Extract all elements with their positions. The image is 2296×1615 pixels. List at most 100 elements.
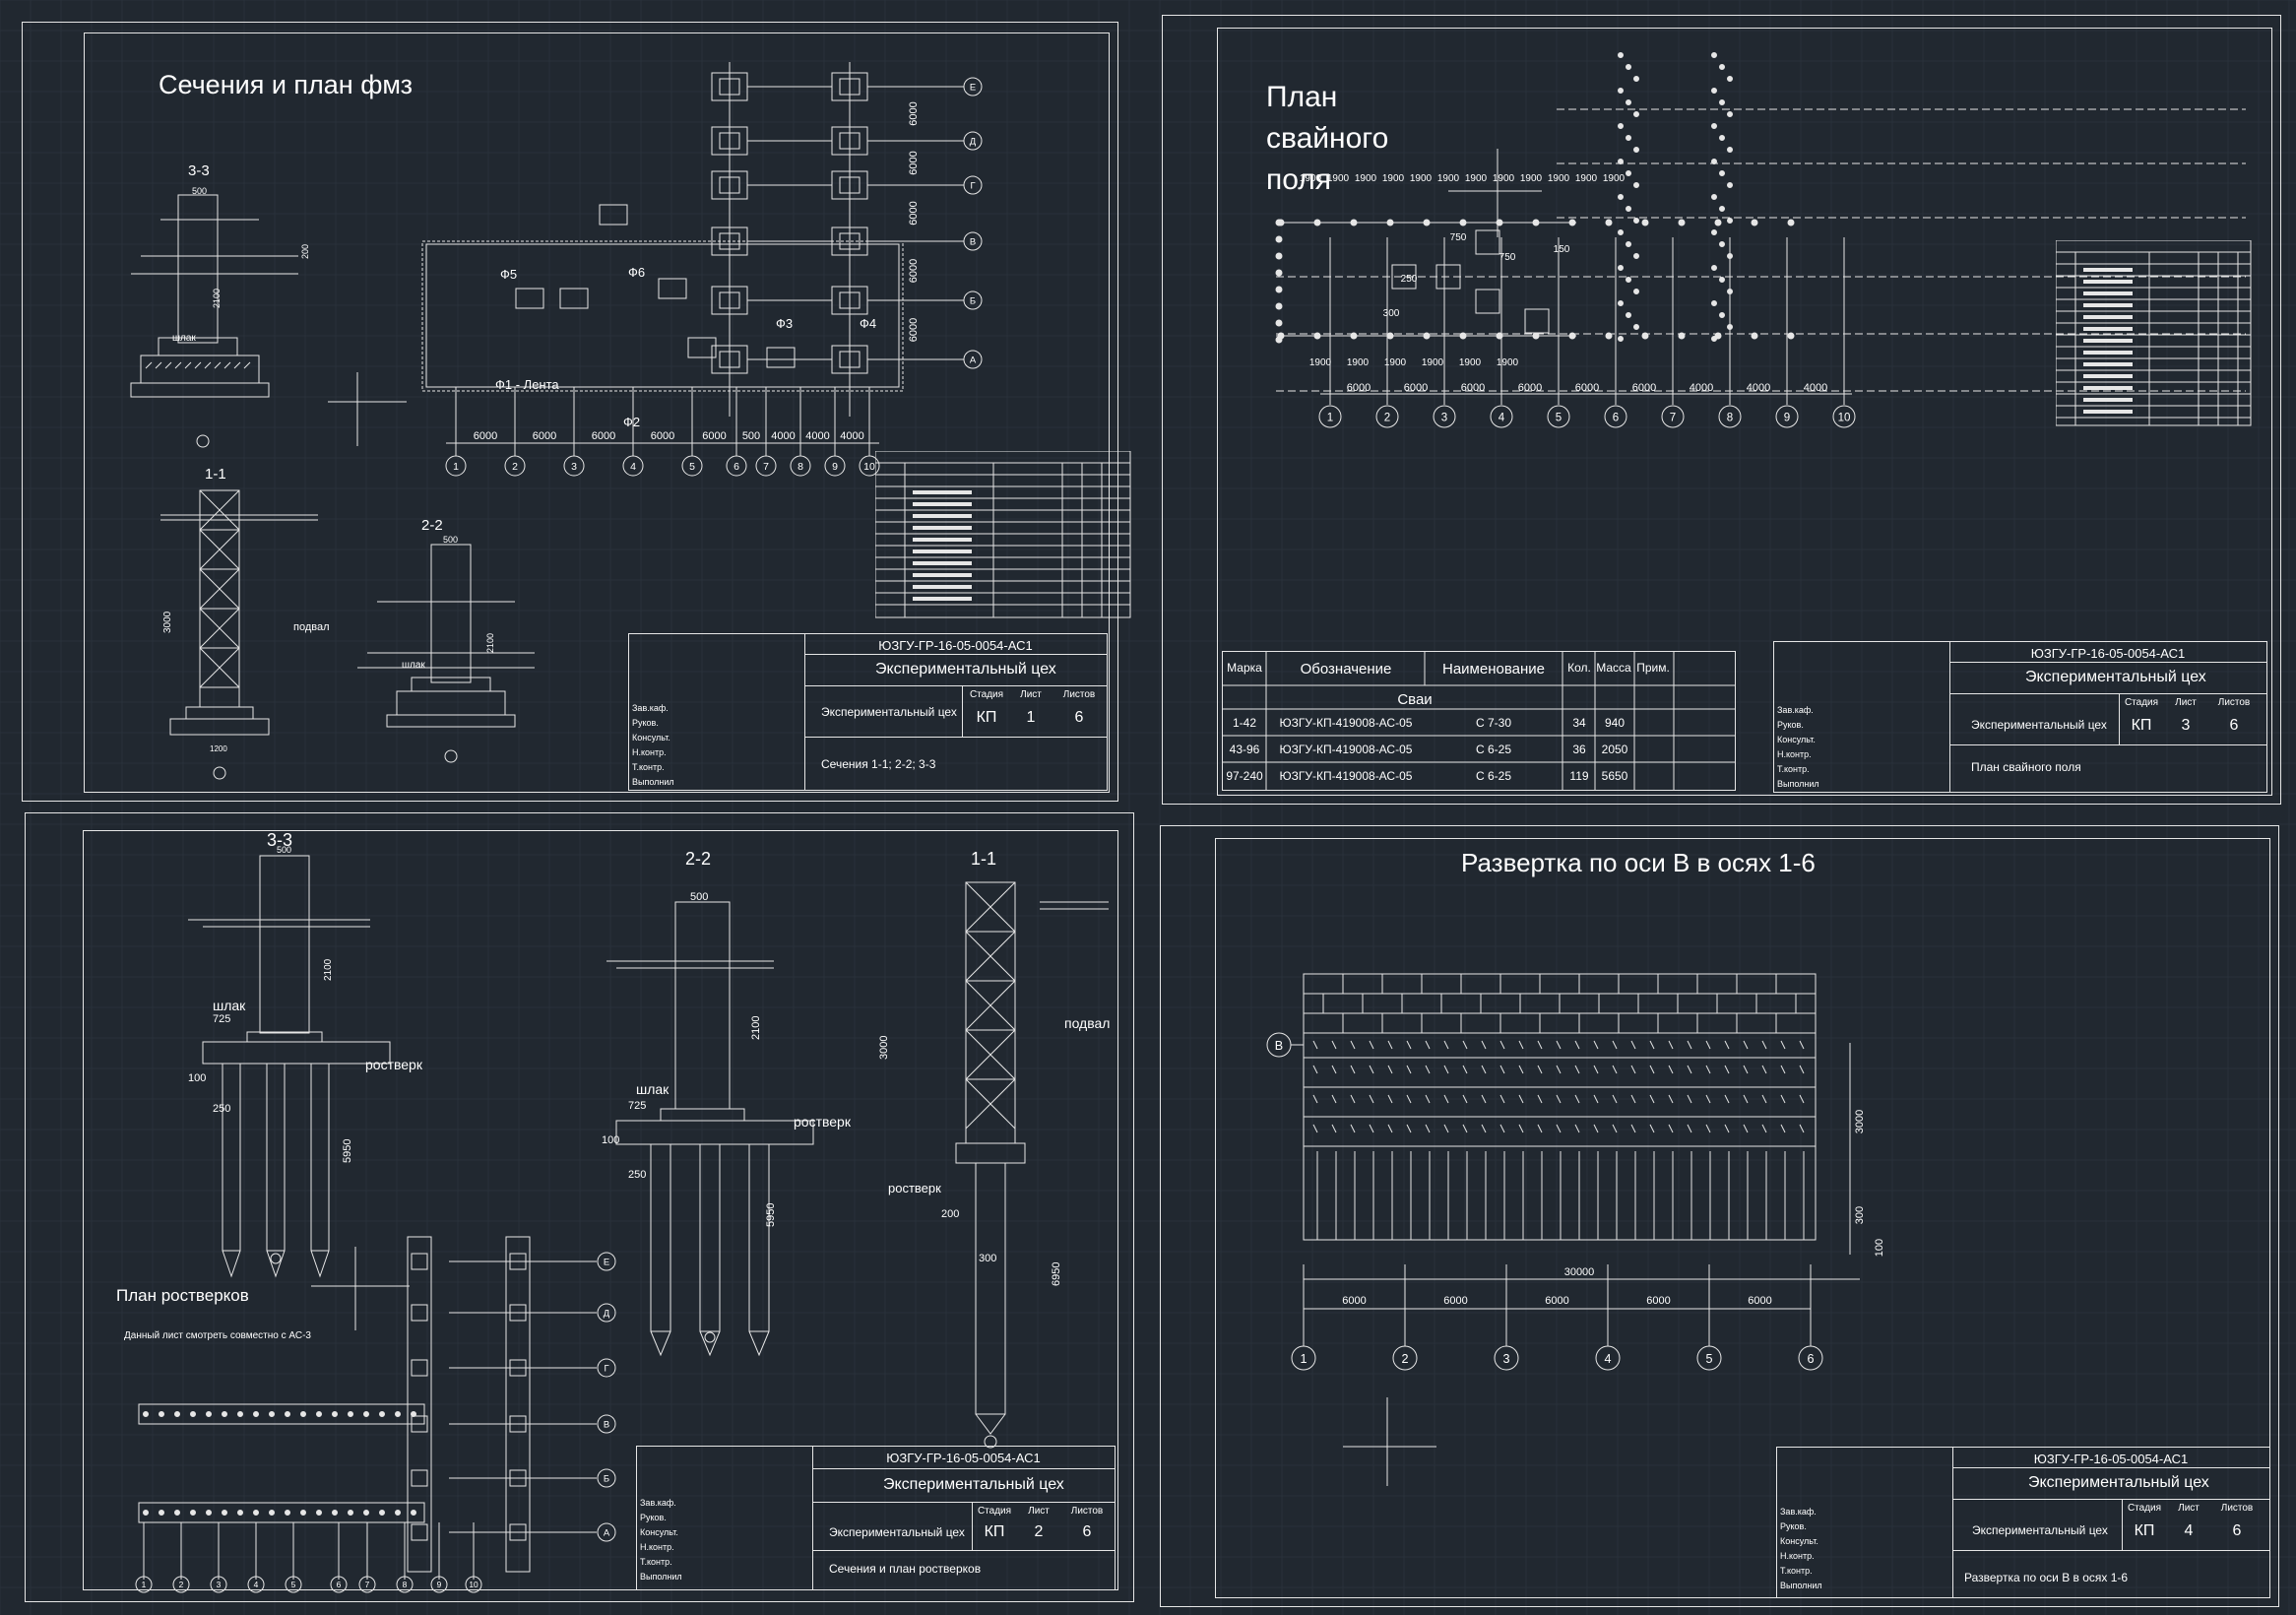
elevation-span-3: 6000 [1646,1295,1670,1307]
pile-dim-top-0: 1900 [1300,173,1322,184]
role-3: Н.контр. [632,747,667,757]
title-block-4-project: Экспериментальный цех [2028,1474,2209,1491]
s3-grillage-a: ростверк [365,1057,423,1072]
pile-axis-x-5: 6 [1604,405,1627,428]
sheet-number-2: 3 [2181,717,2191,734]
label-list-1: Лист [1020,689,1042,700]
sheet-1[interactable]: Сечения и план фмз 3-3 500 2100 200 шлак… [22,22,1131,802]
pile-dim-bot-1: 1900 [1347,357,1370,368]
fmz-axis-y-4: Б [963,291,983,310]
dim-1200-1-1: 1200 [210,744,227,753]
pile-dim-top-10: 1900 [1575,173,1598,184]
pile-span-x-7: 4000 [1747,382,1770,394]
title-block-3: ЮЗГУ-ГР-16-05-0054-АС1 Экспериментальный… [636,1446,1116,1590]
role-4: Т.контр. [1780,1566,1813,1576]
grillage-axis-y-0: Е [597,1252,616,1271]
pile-1-14 [1787,332,1795,340]
pile-axis-x-1: 2 [1375,405,1399,428]
fmz-axis-y-2: Г [963,175,983,195]
grillage-axis-y-4: Б [597,1468,616,1488]
pile-dim-750a: 750 [1450,232,1467,243]
pile-axis-x-4-label: 5 [1556,412,1562,423]
role-1: Руков. [632,718,659,728]
label-stadiya-4: Стадия [2127,1503,2162,1514]
grillage-axis-x-2-label: 3 [217,1580,222,1589]
title-block-2-project: Экспериментальный цех [2025,669,2206,685]
label-listov-2: Листов [2217,697,2251,708]
sheet-2[interactable]: План свайного поля 12345678910ЕДГВБА6000… [1162,15,2281,805]
fmz-span-x-6: 4000 [771,430,795,442]
sheets-total-4: 6 [2232,1522,2242,1539]
fmz-axis-y-3-label: В [970,237,976,248]
fmz-span-y-4: 6000 [908,318,920,342]
pile-dim-top-1: 1900 [1327,173,1350,184]
sheets-total-1: 6 [1074,709,1084,726]
role-2: Консульт. [1780,1536,1818,1546]
crosshair-4 [1343,1397,1436,1486]
pile-span-x-8: 4000 [1804,382,1827,394]
fmz-extra-5 [766,347,796,368]
s3-dim-3000: 3000 [878,1036,890,1060]
title-block-1-building: Экспериментальный цех [821,705,957,719]
pile-axis-x-4: 5 [1547,405,1570,428]
role-2: Консульт. [632,733,670,743]
pile-axis-x-3-label: 4 [1499,412,1505,423]
elevation-axis-x-4: 5 [1696,1345,1722,1371]
title-block-3-code: ЮЗГУ-ГР-16-05-0054-АС1 [886,1451,1041,1465]
pile-axis-x-5-label: 6 [1613,412,1619,423]
pile-span-x-6: 4000 [1690,382,1713,394]
s3-dim-250a: 250 [213,1103,230,1115]
pile-dim-top-7: 1900 [1493,173,1515,184]
label-f2: Ф2 [623,415,640,429]
title-block-4-contents: Развертка по оси В в осях 1-6 [1964,1571,2129,1584]
s3-dim-100b: 100 [602,1134,619,1146]
pile-0-10 [1641,219,1649,226]
grillage-axis-x-6-label: 7 [365,1580,370,1589]
title-block-1-contents: Сечения 1-1; 2-2; 3-3 [821,757,936,771]
dim-3000-1-1: 3000 [162,611,173,633]
fmz-axis-x-2: 3 [563,455,585,477]
pile-dim-300: 300 [1383,308,1400,319]
fmz-axis-y-0: Е [963,77,983,97]
fmz-axis-x-8: 9 [824,455,846,477]
grillage-axis-x-7-label: 8 [403,1580,408,1589]
pile-dim-bot-0: 1900 [1309,357,1332,368]
fmz-axis-x-7: 8 [790,455,811,477]
section-1-1-label: 1-1 [205,466,226,483]
title-block-2-building: Экспериментальный цех [1971,718,2107,732]
grillage-axis-y-5: А [597,1522,616,1542]
grillage-axis-y-5-label: А [604,1528,610,1539]
fmz-axis-x-5: 6 [726,455,747,477]
title-block-4-building: Экспериментальный цех [1972,1523,2108,1537]
sheet-3[interactable]: 3-3 500 2100 шлак 725 ростверк 100 250 5… [25,812,1134,1602]
pile-cap-2 [1475,229,1500,255]
fmz-extra-3 [658,278,687,299]
grillage-axis-x-3-label: 4 [254,1580,259,1589]
pile-0-11 [1678,219,1686,226]
pile-1-13 [1751,332,1758,340]
grillage-axis-y-1-label: Д [604,1309,610,1320]
pile-axis-x-3: 4 [1490,405,1513,428]
elevation-axis-b-label: В [1275,1039,1283,1053]
role-0: Зав.каф. [632,703,669,713]
elevation-dim-100: 100 [1874,1239,1885,1257]
spec-table-1 [875,451,1131,618]
pile-dim-250: 250 [1401,274,1418,285]
cad-drawing-canvas: Сечения и план фмз 3-3 500 2100 200 шлак… [0,0,2296,1615]
dim-2100-2-2: 2100 [485,633,495,653]
s3-basement: подвал [1064,1015,1110,1031]
roles-3: Зав.каф. Руков. Консульт. Н.контр. Т.контр. В… [640,1496,682,1584]
role-1: Руков. [1777,720,1804,730]
dim-200-3-3: 200 [300,244,310,259]
pile-axis-x-1-label: 2 [1384,412,1390,423]
role-5: Выполнил [1780,1581,1822,1590]
grillage-cap-0-0 [411,1253,428,1270]
fmz-span-x-5: 500 [742,430,760,442]
elevation-span-2: 6000 [1545,1295,1568,1307]
fmz-axis-x-3-label: 4 [630,461,636,473]
fmz-span-x-8: 4000 [840,430,863,442]
label-f6: Ф6 [628,265,645,280]
elevation-span-0: 6000 [1342,1295,1366,1307]
sheet-4[interactable]: Развертка по оси В в осях 1-6 В 3000 300 10… [1160,825,2279,1607]
title-block-3-project: Экспериментальный цех [883,1476,1064,1493]
